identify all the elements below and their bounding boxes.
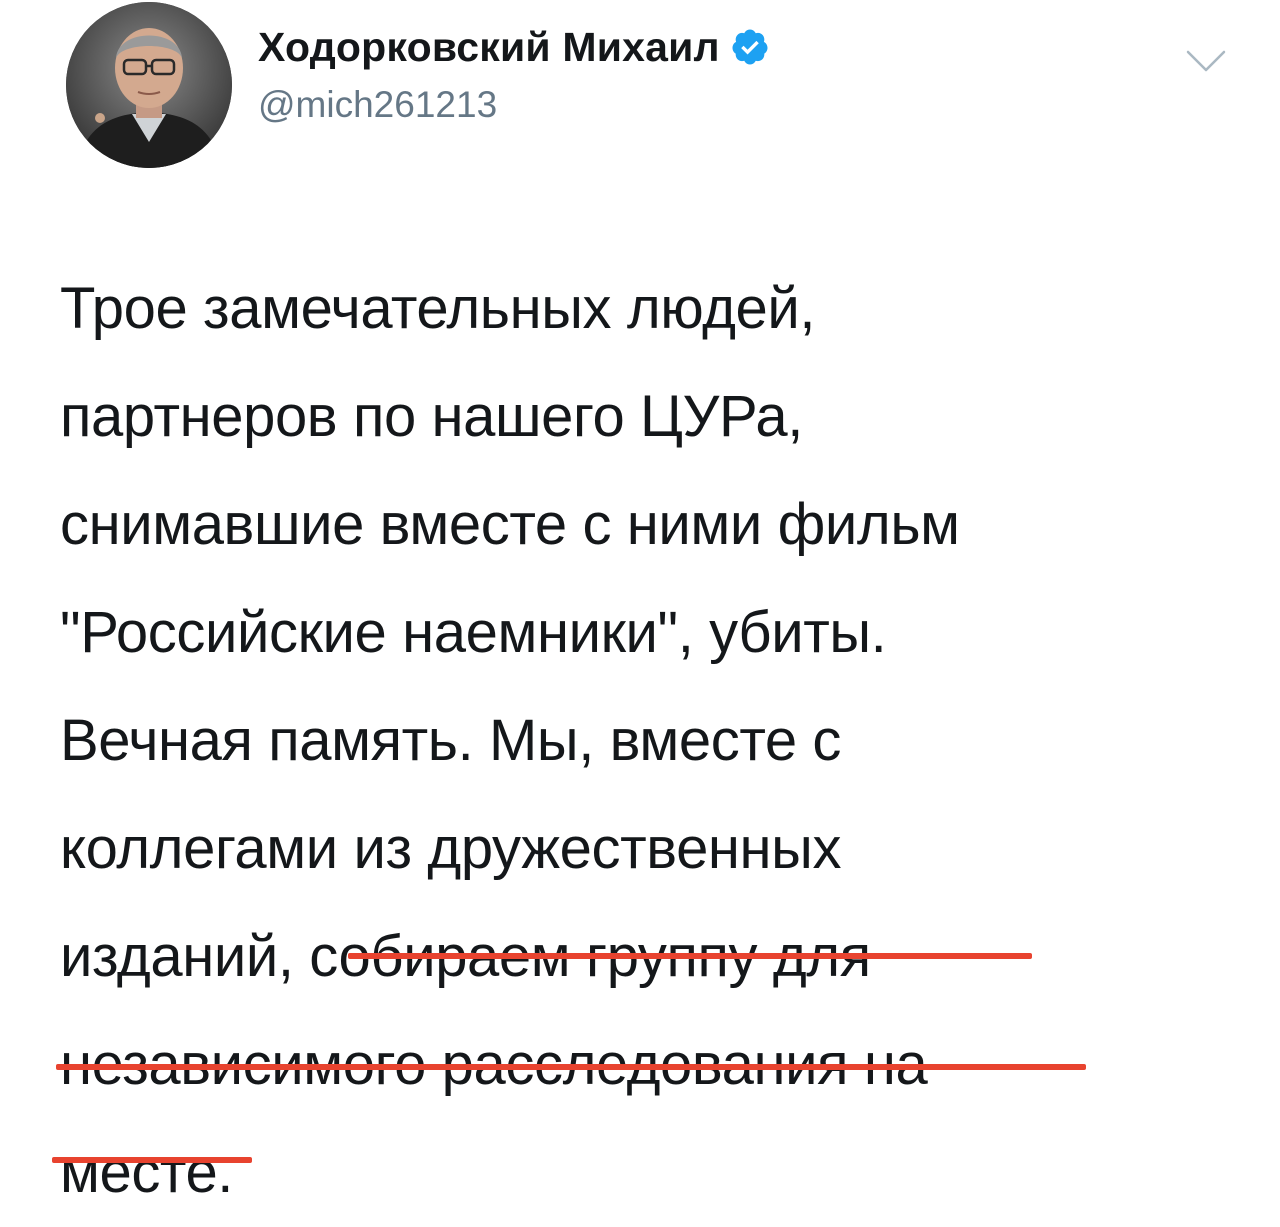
highlight-underline — [52, 1157, 252, 1163]
tweet-text-line: снимавшие вместе с ними фильм — [60, 492, 960, 557]
chevron-down-icon[interactable] — [1184, 46, 1228, 76]
tweet-text-line: Вечная память. Мы, вместе с — [60, 708, 842, 773]
tweet-card: Ходорковский Михаил @mich261213 Трое зам… — [0, 0, 1280, 1205]
tweet-header: Ходорковский Михаил @mich261213 — [258, 22, 770, 126]
author-display-name[interactable]: Ходорковский Михаил — [258, 24, 720, 71]
author-handle[interactable]: @mich261213 — [258, 84, 770, 126]
verified-badge-icon — [730, 27, 770, 67]
tweet-text-line: партнеров по нашего ЦУРа, — [60, 384, 803, 449]
tweet-text-line: Трое замечательных людей, — [60, 276, 816, 341]
highlight-underline — [348, 953, 1032, 959]
tweet-text-line: "Российские наемники", убиты. — [60, 600, 887, 665]
tweet-text: Трое замечательных людей, партнеров по н… — [60, 255, 1240, 1227]
avatar-photo — [66, 2, 232, 168]
avatar[interactable] — [66, 2, 232, 168]
tweet-text-line: коллегами из дружественных — [60, 816, 842, 881]
tweet-text-line: месте. — [60, 1140, 234, 1205]
name-row: Ходорковский Михаил — [258, 22, 770, 72]
highlight-underline — [56, 1064, 1086, 1070]
